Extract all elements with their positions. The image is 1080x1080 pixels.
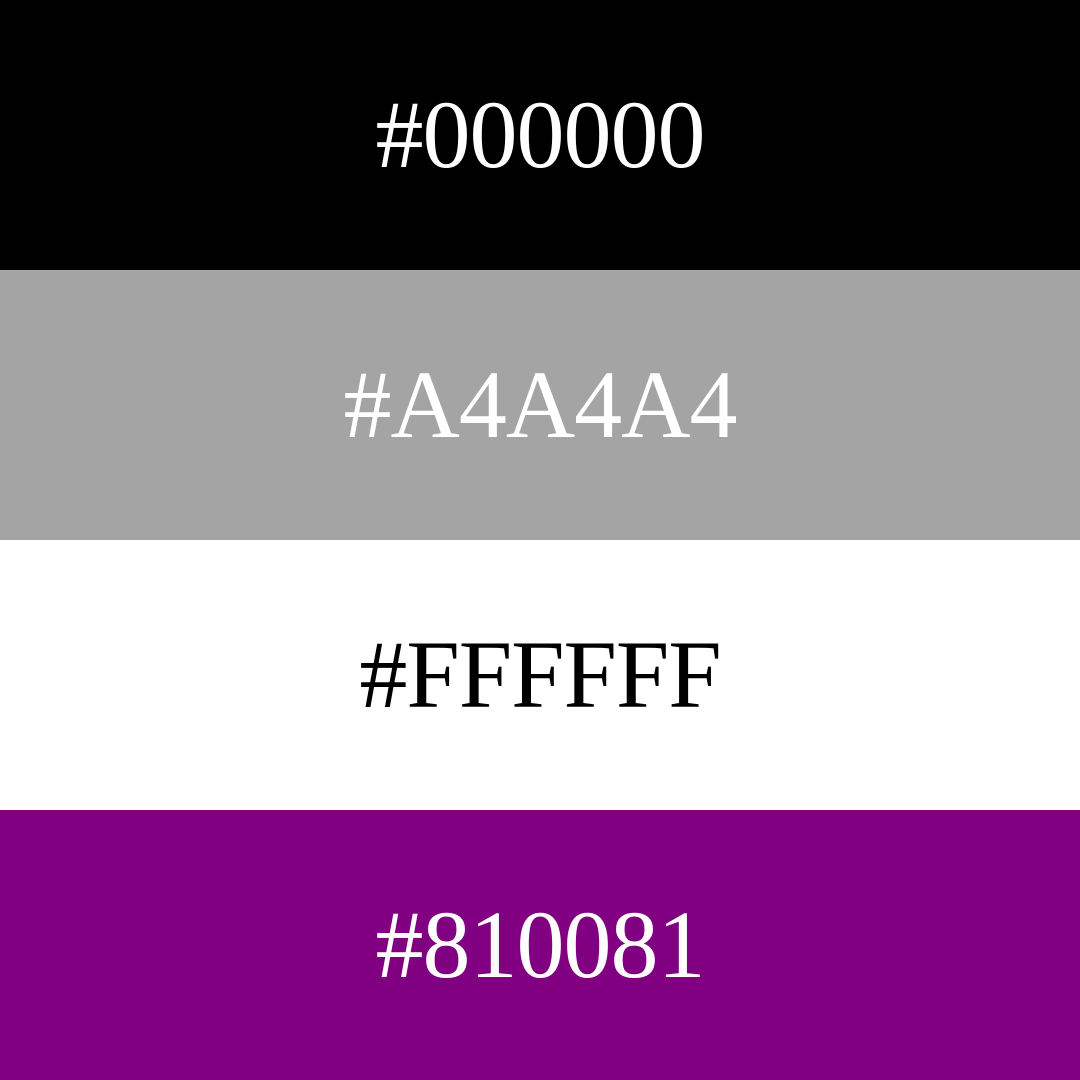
- color-palette: #000000 #A4A4A4 #FFFFFF #810081: [0, 0, 1080, 1080]
- swatch-white: #FFFFFF: [0, 540, 1080, 810]
- swatch-black: #000000: [0, 0, 1080, 270]
- swatch-purple-hex-label: #810081: [375, 891, 706, 998]
- swatch-purple: #810081: [0, 810, 1080, 1080]
- swatch-black-hex-label: #000000: [375, 81, 706, 188]
- swatch-white-hex-label: #FFFFFF: [359, 621, 721, 728]
- swatch-gray: #A4A4A4: [0, 270, 1080, 540]
- swatch-gray-hex-label: #A4A4A4: [343, 351, 738, 458]
